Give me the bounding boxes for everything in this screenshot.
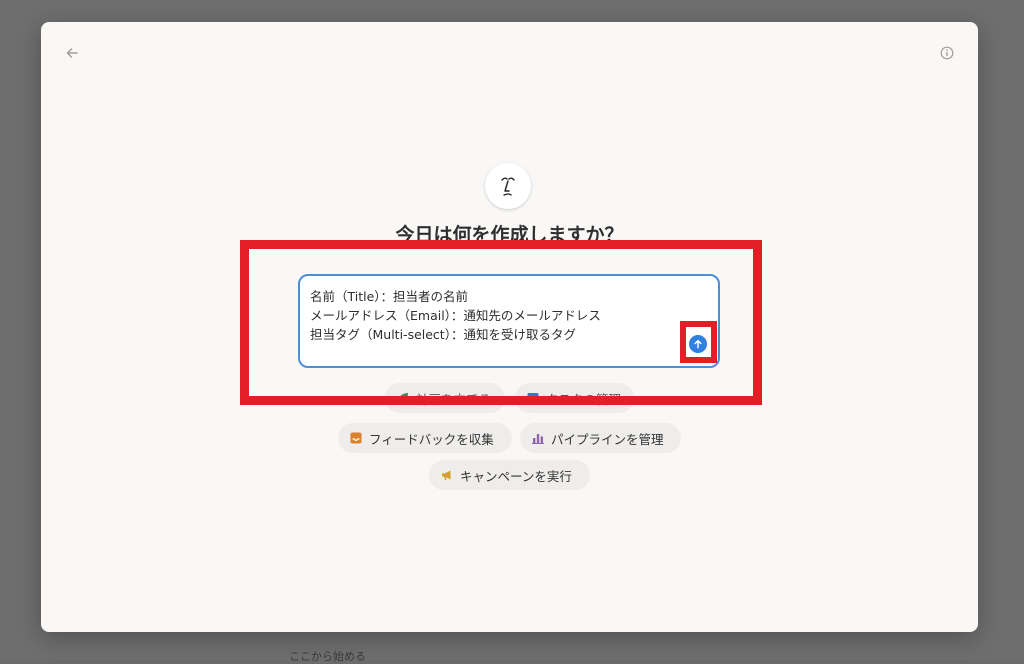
suggestion-label: フィードバックを収集: [369, 431, 494, 447]
leaf-icon: [398, 393, 408, 403]
suggestion-label: パイプラインを管理: [551, 431, 664, 447]
notion-ai-face-logo: [485, 163, 531, 209]
prompt-line: 担当タグ（Multi-select）：通知を受け取るタグ: [310, 327, 576, 342]
arrow-up-icon: [694, 339, 702, 349]
prompt-line: メールアドレス（Email）：通知先のメールアドレス: [310, 308, 601, 323]
back-arrow-icon[interactable]: [61, 42, 83, 64]
suggestion-chip-feedback[interactable]: フィードバックを収集: [338, 423, 512, 453]
send-button[interactable]: [689, 335, 707, 353]
suggestion-chip-plan[interactable]: 計画を立てる: [385, 383, 505, 413]
checklist-icon: [527, 393, 539, 403]
suggestion-chip-campaign[interactable]: キャンペーンを実行: [429, 460, 590, 490]
prompt-line: 名前（Title）：担当者の名前: [310, 289, 469, 304]
suggestion-label: 計画を立てる: [416, 391, 492, 407]
suggestion-label: キャンペーンを実行: [460, 468, 572, 484]
page-title: 今日は何を作成しますか？: [395, 224, 624, 246]
suggestion-label: タスクの管理: [546, 391, 622, 407]
info-icon[interactable]: [936, 42, 958, 64]
bar-chart-icon: [532, 434, 544, 444]
suggestion-chip-tasks[interactable]: タスクの管理: [515, 383, 634, 413]
megaphone-icon: [442, 470, 451, 480]
suggestion-chip-pipeline[interactable]: パイプラインを管理: [520, 423, 681, 453]
create-modal: 今日は何を作成しますか？ 計画を立てる タスクの管理 名前（Title）：担当者…: [41, 22, 978, 632]
inbox-icon: [350, 432, 362, 444]
prompt-input[interactable]: 名前（Title）：担当者の名前 メールアドレス（Email）：通知先のメールア…: [298, 274, 720, 368]
background-footer-text: ここから始める: [289, 650, 366, 663]
